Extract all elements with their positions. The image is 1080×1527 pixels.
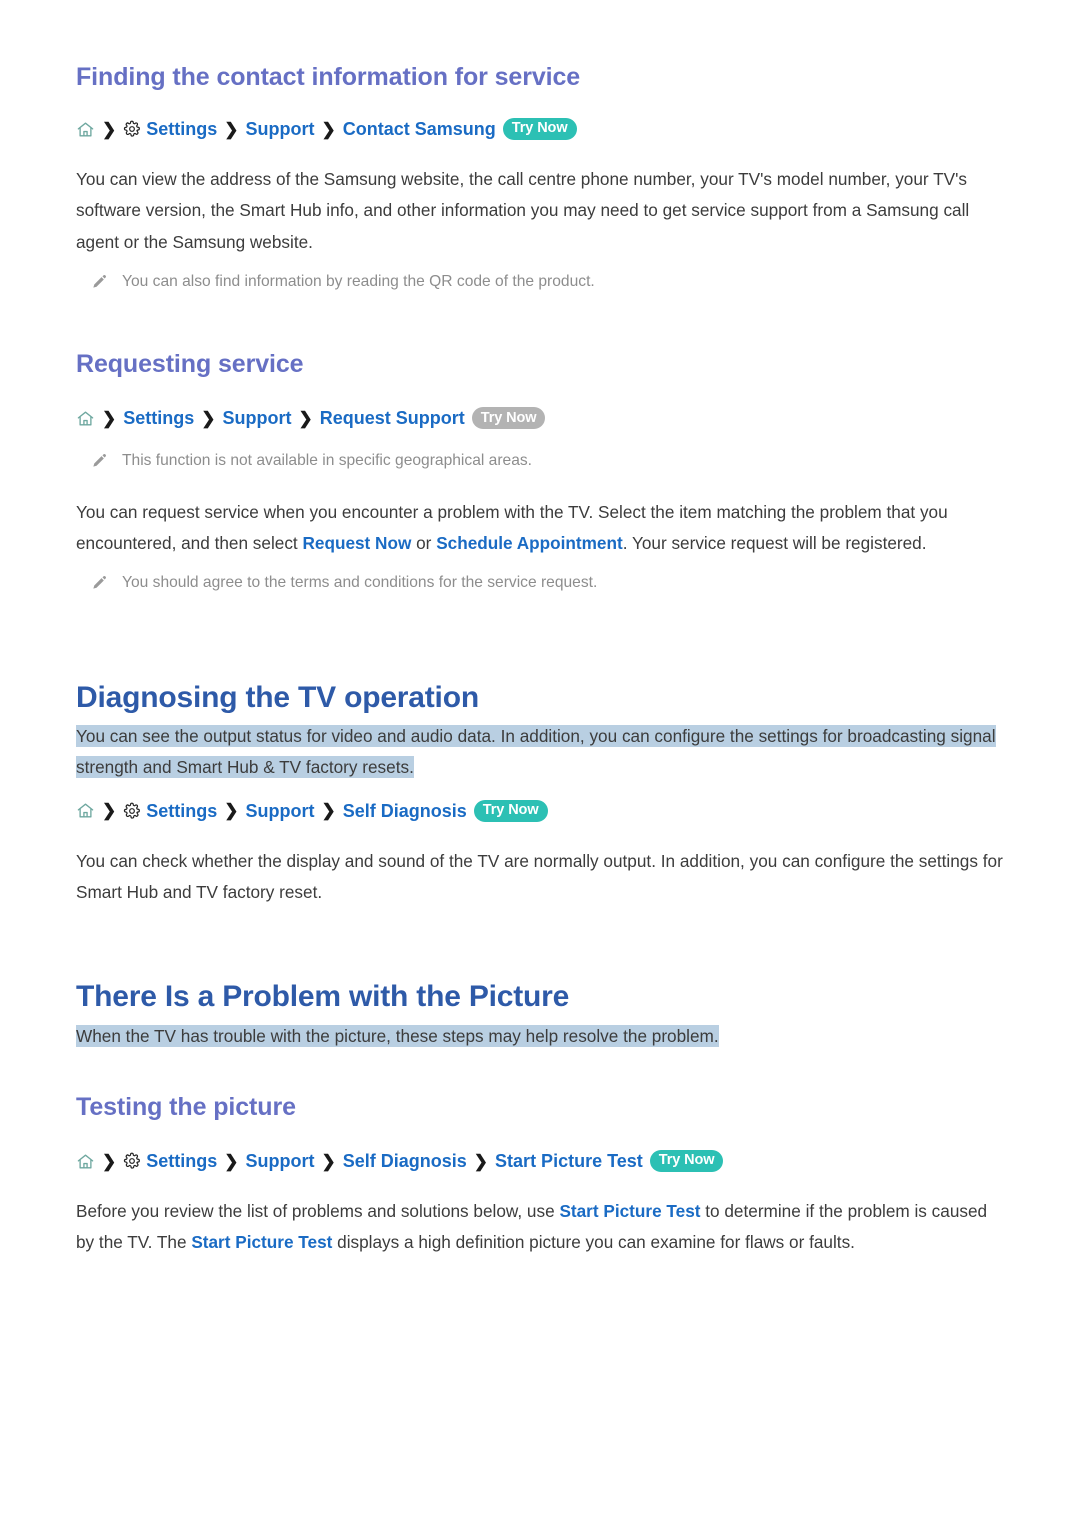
highlighted-text: You can see the output status for video …: [76, 725, 996, 779]
paragraph-diagnosing-detail: You can check whether the display and so…: [76, 850, 1003, 903]
breadcrumb-separator: ❯: [201, 408, 216, 428]
breadcrumb-separator: ❯: [102, 1151, 117, 1171]
breadcrumb-separator: ❯: [473, 1151, 489, 1171]
breadcrumb-contact-samsung: ❯ Settings ❯ Support ❯ Contact Samsung T…: [76, 118, 1004, 140]
breadcrumb-separator: ❯: [321, 1151, 336, 1171]
breadcrumb-segment-start-picture-test[interactable]: Start Picture Test: [495, 1152, 643, 1170]
breadcrumb-segment-support[interactable]: Support: [246, 802, 315, 820]
try-now-badge[interactable]: Try Now: [502, 118, 577, 140]
gear-icon[interactable]: [123, 1152, 141, 1170]
link-schedule-appointment[interactable]: Schedule Appointment: [436, 533, 623, 553]
breadcrumb-separator: ❯: [224, 119, 239, 139]
breadcrumb-segment-settings[interactable]: Settings: [146, 802, 217, 820]
home-icon[interactable]: [76, 120, 95, 139]
paragraph-testing-picture: Before you review the list of problems a…: [76, 1196, 1004, 1259]
breadcrumb-segment-settings[interactable]: Settings: [123, 409, 194, 427]
try-now-badge[interactable]: Try Now: [649, 1150, 724, 1173]
section-heading-requesting-service: Requesting service: [76, 350, 304, 379]
note-terms-conditions: You should agree to the terms and condit…: [76, 571, 1004, 594]
pencil-icon: [76, 270, 122, 290]
breadcrumb-separator: ❯: [102, 119, 117, 139]
link-start-picture-test-2[interactable]: Start Picture Test: [191, 1232, 332, 1252]
try-now-badge[interactable]: Try Now: [471, 407, 546, 430]
paragraph-contact-info: You can view the address of the Samsung …: [76, 169, 970, 252]
text-fragment: displays a high definition picture you c…: [332, 1232, 855, 1253]
breadcrumb-segment-support[interactable]: Support: [246, 120, 315, 138]
breadcrumb-segment-self-diagnosis[interactable]: Self Diagnosis: [343, 1152, 467, 1170]
paragraph-request-service: You can request service when you encount…: [76, 497, 1004, 560]
note-text: This function is not available in specif…: [122, 452, 532, 470]
breadcrumb-separator: ❯: [102, 801, 117, 821]
breadcrumb-segment-settings[interactable]: Settings: [146, 1152, 217, 1170]
breadcrumb-segment-support[interactable]: Support: [246, 1152, 315, 1170]
breadcrumb-start-picture-test: ❯ Settings ❯ Support ❯ Self Diagnosis ❯ …: [76, 1150, 1004, 1173]
pencil-icon: [76, 571, 122, 591]
breadcrumb-segment-contact-samsung[interactable]: Contact Samsung: [343, 120, 496, 138]
breadcrumb-separator: ❯: [321, 119, 336, 139]
note-text: You should agree to the terms and condit…: [122, 574, 598, 592]
breadcrumb-segment-self-diagnosis[interactable]: Self Diagnosis: [343, 802, 467, 820]
section-heading-diagnosing-tv: Diagnosing the TV operation: [76, 680, 479, 714]
try-now-badge[interactable]: Try Now: [473, 799, 548, 822]
link-request-now[interactable]: Request Now: [302, 533, 411, 553]
gear-icon[interactable]: [123, 802, 141, 820]
gear-icon[interactable]: [123, 120, 141, 138]
text-fragment: . Your service request will be registere…: [622, 532, 927, 553]
pencil-icon: [76, 449, 122, 469]
breadcrumb-separator: ❯: [321, 801, 336, 821]
home-icon[interactable]: [76, 801, 95, 820]
paragraph-diagnosing-highlighted: You can see the output status for video …: [76, 721, 1004, 784]
section-heading-problem-picture: There Is a Problem with the Picture: [76, 980, 570, 1014]
paragraph-problem-picture-highlighted: When the TV has trouble with the picture…: [76, 1021, 1004, 1052]
section-heading-testing-picture: Testing the picture: [76, 1093, 296, 1122]
note-geographical-areas: This function is not available in specif…: [76, 449, 1004, 472]
home-icon[interactable]: [76, 1152, 95, 1171]
home-icon[interactable]: [76, 409, 95, 428]
breadcrumb-segment-support[interactable]: Support: [223, 409, 292, 427]
breadcrumb-separator: ❯: [224, 801, 239, 821]
note-text: You can also find information by reading…: [122, 272, 595, 290]
section-heading-finding-contact: Finding the contact information for serv…: [76, 63, 581, 91]
document-page: Finding the contact information for serv…: [0, 0, 1080, 1527]
breadcrumb-segment-settings[interactable]: Settings: [146, 120, 217, 138]
breadcrumb-separator: ❯: [224, 1151, 239, 1171]
breadcrumb-segment-request-support[interactable]: Request Support: [320, 409, 465, 427]
note-qr-code: You can also find information by reading…: [76, 270, 1004, 293]
text-fragment: or: [411, 532, 437, 553]
highlighted-text: When the TV has trouble with the picture…: [76, 1024, 719, 1047]
link-start-picture-test-1[interactable]: Start Picture Test: [559, 1201, 700, 1221]
breadcrumb-separator: ❯: [298, 408, 313, 428]
breadcrumb-separator: ❯: [102, 408, 117, 428]
breadcrumb-request-support: ❯ Settings ❯ Support ❯ Request Support T…: [76, 407, 1004, 430]
breadcrumb-self-diagnosis: ❯ Settings ❯ Support ❯ Self Diagnosis Tr…: [76, 799, 1004, 822]
text-fragment: Before you review the list of problems a…: [76, 1201, 560, 1222]
